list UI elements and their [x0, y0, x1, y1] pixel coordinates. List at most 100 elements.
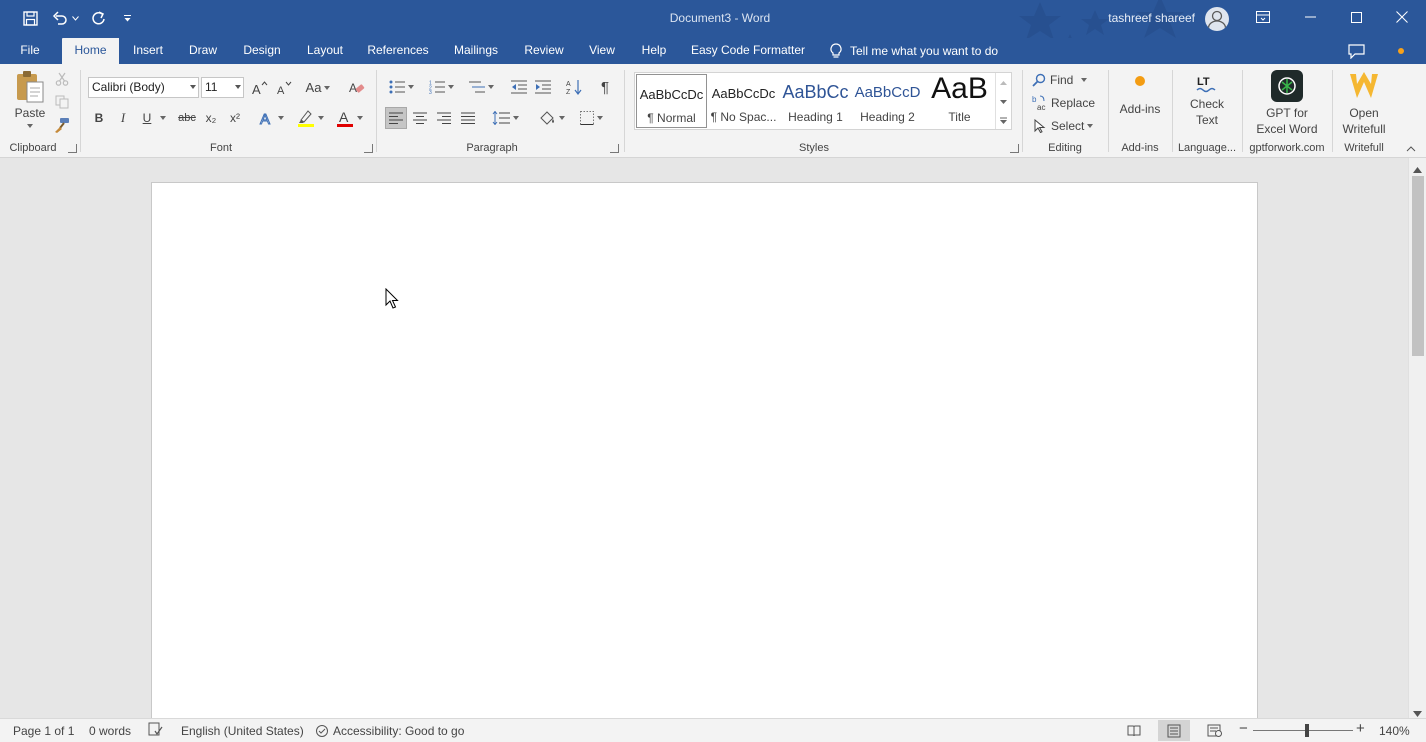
- proofing-icon[interactable]: [148, 722, 163, 740]
- numbering-button[interactable]: 123: [424, 76, 458, 98]
- style-no-spacing[interactable]: AaBbCcDc ¶ No Spac...: [708, 74, 779, 128]
- minimize-button[interactable]: [1287, 0, 1333, 34]
- italic-button[interactable]: I: [113, 107, 133, 129]
- align-center-icon[interactable]: [409, 107, 431, 129]
- align-left-icon[interactable]: [385, 107, 407, 129]
- user-name[interactable]: tashreef shareef: [1108, 11, 1195, 25]
- customize-qat-icon[interactable]: [120, 8, 134, 28]
- undo-dropdown-icon[interactable]: [70, 8, 80, 28]
- vertical-scrollbar[interactable]: [1408, 158, 1426, 718]
- tell-me-search[interactable]: Tell me what you want to do: [830, 38, 998, 64]
- tab-help[interactable]: Help: [634, 38, 674, 64]
- tab-design[interactable]: Design: [234, 38, 290, 64]
- ribbon-display-options-icon[interactable]: [1240, 0, 1286, 34]
- tab-layout[interactable]: Layout: [298, 38, 352, 64]
- tab-references[interactable]: References: [362, 38, 434, 64]
- select-button[interactable]: Select: [1034, 116, 1098, 136]
- bold-button[interactable]: B: [89, 107, 109, 129]
- zoom-in-icon[interactable]: +: [1356, 720, 1365, 737]
- paragraph-launcher-icon[interactable]: [610, 144, 619, 153]
- sort-icon[interactable]: AZ: [563, 76, 585, 98]
- tab-home[interactable]: Home: [62, 38, 119, 64]
- show-formatting-marks-button[interactable]: ¶: [594, 76, 616, 98]
- document-page[interactable]: [151, 182, 1258, 742]
- tab-insert[interactable]: Insert: [124, 38, 172, 64]
- print-layout-icon[interactable]: [1158, 720, 1190, 741]
- redo-icon[interactable]: [88, 8, 108, 28]
- highlight-button[interactable]: [294, 107, 326, 129]
- tab-mailings[interactable]: Mailings: [445, 38, 507, 64]
- style-heading-2[interactable]: AaBbCcD Heading 2: [852, 74, 923, 128]
- underline-dropdown-icon[interactable]: [157, 107, 169, 129]
- increase-indent-icon[interactable]: [532, 76, 554, 98]
- web-layout-icon[interactable]: [1198, 720, 1230, 741]
- justify-icon[interactable]: [457, 107, 479, 129]
- scroll-up-icon[interactable]: [1413, 162, 1422, 176]
- styles-more-icon[interactable]: [995, 111, 1011, 129]
- clear-formatting-icon[interactable]: A: [346, 77, 368, 98]
- tab-file[interactable]: File: [10, 38, 50, 64]
- zoom-out-icon[interactable]: −: [1239, 720, 1248, 737]
- read-mode-icon[interactable]: [1118, 720, 1150, 741]
- svg-text:A: A: [566, 81, 571, 88]
- accessibility-label: Accessibility: Good to go: [333, 724, 465, 738]
- grow-font-icon[interactable]: A: [250, 77, 270, 98]
- zoom-level[interactable]: 140%: [1379, 724, 1410, 738]
- tab-easy-code-formatter[interactable]: Easy Code Formatter: [684, 38, 812, 64]
- underline-button[interactable]: U: [137, 107, 157, 129]
- maximize-button[interactable]: [1333, 0, 1379, 34]
- undo-icon[interactable]: [50, 8, 70, 28]
- style-normal[interactable]: AaBbCcDc ¶ Normal: [636, 74, 707, 128]
- gpt-for-excel-word-button[interactable]: GPT for Excel Word: [1248, 70, 1326, 138]
- language-indicator[interactable]: English (United States): [181, 724, 304, 738]
- cut-icon[interactable]: [52, 70, 72, 88]
- open-writefull-button[interactable]: Open Writefull: [1336, 70, 1392, 138]
- style-title[interactable]: AaB Title: [924, 72, 995, 128]
- clipboard-launcher-icon[interactable]: [68, 144, 77, 153]
- styles-launcher-icon[interactable]: [1010, 144, 1019, 153]
- borders-button[interactable]: [574, 107, 608, 129]
- font-launcher-icon[interactable]: [364, 144, 373, 153]
- tab-review[interactable]: Review: [518, 38, 570, 64]
- word-count[interactable]: 0 words: [89, 724, 131, 738]
- zoom-slider-thumb[interactable]: [1305, 724, 1309, 737]
- paste-dropdown-icon[interactable]: [27, 124, 33, 128]
- styles-scroll-up-icon[interactable]: [995, 73, 1011, 92]
- copy-icon[interactable]: [52, 93, 72, 111]
- multilevel-list-button[interactable]: [464, 76, 498, 98]
- user-avatar-icon[interactable]: [1205, 7, 1229, 31]
- find-button[interactable]: Find: [1032, 70, 1096, 90]
- check-text-button[interactable]: LT Check Text: [1180, 74, 1234, 138]
- zoom-slider-track[interactable]: [1253, 730, 1353, 731]
- subscript-button[interactable]: x₂: [200, 107, 222, 129]
- font-name-combo[interactable]: Calibri (Body): [88, 77, 199, 98]
- tab-draw[interactable]: Draw: [182, 38, 224, 64]
- line-spacing-button[interactable]: [488, 107, 522, 129]
- add-ins-button[interactable]: Add-ins: [1114, 74, 1166, 124]
- close-button[interactable]: [1379, 0, 1425, 34]
- superscript-button[interactable]: x²: [224, 107, 246, 129]
- decrease-indent-icon[interactable]: [508, 76, 530, 98]
- accessibility-status[interactable]: Accessibility: Good to go: [315, 724, 464, 738]
- scrollbar-thumb[interactable]: [1412, 176, 1424, 356]
- page-count[interactable]: Page 1 of 1: [13, 724, 74, 738]
- collapse-ribbon-icon[interactable]: [1403, 142, 1419, 156]
- bullets-button[interactable]: [384, 76, 418, 98]
- font-size-combo[interactable]: 11: [201, 77, 244, 98]
- style-heading-1[interactable]: AaBbCc Heading 1: [780, 74, 851, 128]
- comments-icon[interactable]: [1344, 40, 1368, 62]
- shrink-font-icon[interactable]: A: [274, 77, 294, 98]
- format-painter-icon[interactable]: [52, 115, 72, 135]
- style-sample: AaBbCcDc: [711, 86, 776, 101]
- strikethrough-button[interactable]: abc: [175, 107, 199, 129]
- align-right-icon[interactable]: [433, 107, 455, 129]
- text-effects-button[interactable]: A: [256, 107, 286, 129]
- replace-button[interactable]: b ac Replace: [1032, 93, 1102, 113]
- shading-button[interactable]: [534, 107, 568, 129]
- styles-scroll-down-icon[interactable]: [995, 92, 1011, 111]
- font-color-button[interactable]: A: [333, 107, 365, 129]
- paste-button[interactable]: Paste: [10, 70, 50, 136]
- change-case-button[interactable]: Aa: [302, 77, 334, 98]
- save-icon[interactable]: [20, 8, 40, 28]
- tab-view[interactable]: View: [580, 38, 624, 64]
